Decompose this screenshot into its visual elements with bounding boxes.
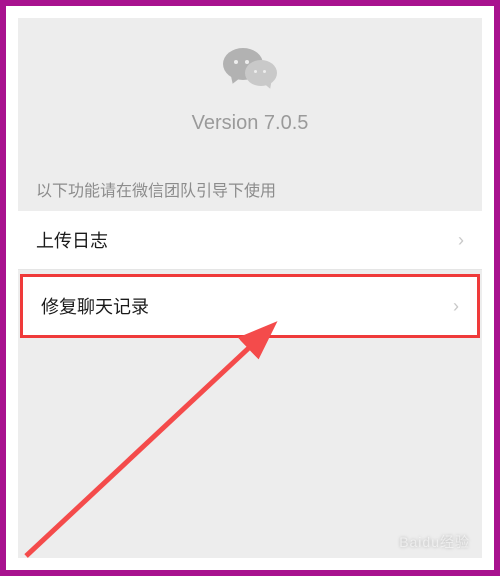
- list-item-label: 上传日志: [36, 227, 108, 253]
- list-item-label: 修复聊天记录: [41, 293, 149, 319]
- highlight-annotation: 修复聊天记录 ›: [20, 274, 480, 338]
- section-hint: 以下功能请在微信团队引导下使用: [18, 163, 482, 211]
- decorative-frame: Version 7.0.5 以下功能请在微信团队引导下使用 上传日志 › 修复聊…: [0, 0, 500, 576]
- repair-chat-item[interactable]: 修复聊天记录 ›: [23, 277, 477, 335]
- chevron-right-icon: ›: [453, 296, 459, 317]
- chevron-right-icon: ›: [458, 230, 464, 251]
- watermark: Baidu经验: [399, 532, 470, 552]
- version-label: Version 7.0.5: [192, 112, 309, 135]
- app-screen: Version 7.0.5 以下功能请在微信团队引导下使用 上传日志 › 修复聊…: [18, 18, 482, 558]
- app-header: Version 7.0.5: [18, 18, 482, 163]
- wechat-icon: [223, 46, 277, 94]
- upload-log-item[interactable]: 上传日志 ›: [18, 211, 482, 270]
